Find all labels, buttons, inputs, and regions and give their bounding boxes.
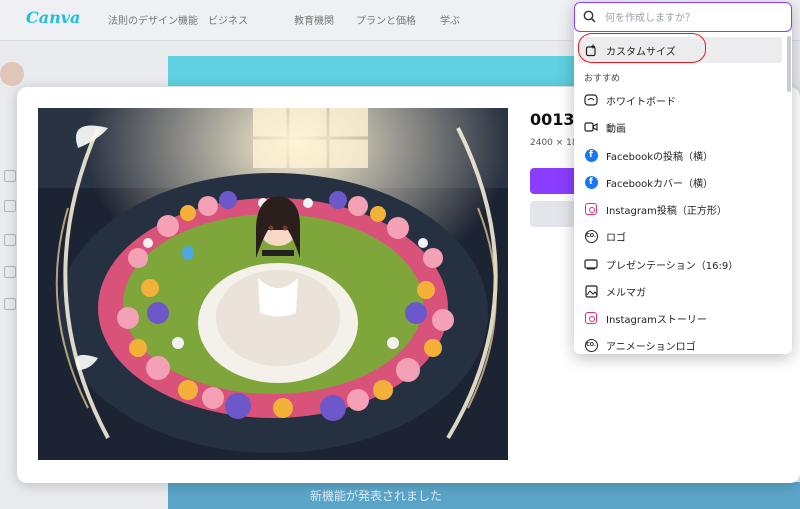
menu-item-label: プレゼンテーション（16:9） (606, 260, 739, 272)
nav-item[interactable]: 教育機関 (294, 12, 334, 27)
menu-item-label: Instagramストーリー (606, 314, 707, 326)
secondary-action-button[interactable] (530, 201, 575, 227)
facebook-icon: f (584, 148, 598, 162)
menu-item-animated-logo[interactable]: CO. アニメーションロゴ (578, 332, 782, 354)
menu-item-label: アニメーションロゴ (606, 341, 696, 353)
sidebar-icon[interactable] (4, 200, 16, 212)
sidebar-icon[interactable] (4, 170, 16, 182)
menu-item-video[interactable]: 動画 (578, 114, 782, 140)
menu-item-instagram-post[interactable]: Instagram投稿（正方形） (578, 196, 782, 222)
logo-icon: CO. (584, 229, 598, 243)
menu-item-label: ロゴ (606, 232, 626, 244)
search-input[interactable] (603, 7, 787, 29)
presentation-icon (584, 257, 598, 271)
annotation-circle (578, 33, 706, 63)
section-recommended: おすすめ (584, 74, 621, 84)
nav-item[interactable]: ビジネス (208, 12, 248, 27)
animated-logo-icon: CO. (584, 338, 598, 352)
instagram-icon (584, 311, 598, 325)
menu-item-label: ホワイトボード (606, 96, 676, 108)
nav-item[interactable]: 学ぶ (440, 12, 460, 27)
menu-item-label: 動画 (606, 123, 626, 135)
facebook-icon: f (584, 175, 598, 189)
sidebar-icon[interactable] (4, 266, 16, 278)
menu-item-presentation[interactable]: プレゼンテーション（16:9） (578, 251, 782, 277)
template-dimensions: 2400 × 18 (530, 138, 578, 148)
menu-item-facebook-cover[interactable]: f Facebookカバー（横） (578, 169, 782, 195)
nav-item[interactable]: プランと価格 (356, 12, 416, 27)
search-box[interactable] (574, 2, 792, 32)
menu-item-label: Instagram投稿（正方形） (606, 205, 727, 217)
bottom-banner: 新機能が発表されました (168, 482, 800, 509)
instagram-icon (584, 202, 598, 216)
anime-girl-illustration (38, 108, 508, 460)
newsletter-icon (584, 284, 598, 298)
dropdown-scrollbar[interactable] (787, 36, 791, 92)
menu-item-facebook-post[interactable]: f Facebookの投稿（横） (578, 142, 782, 168)
sidebar-icon[interactable] (4, 298, 16, 310)
menu-item-logo[interactable]: CO. ロゴ (578, 223, 782, 249)
canva-logo[interactable]: Canva (26, 8, 80, 27)
preview-image (38, 108, 508, 460)
search-icon (583, 10, 596, 23)
menu-item-label: Facebookカバー（横） (606, 178, 713, 190)
sidebar-icon[interactable] (4, 234, 16, 246)
menu-item-instagram-story[interactable]: Instagramストーリー (578, 305, 782, 331)
menu-item-label: メルマガ (606, 287, 646, 299)
bottom-banner-text: 新機能が発表されました (310, 489, 443, 503)
menu-item-whiteboard[interactable]: ホワイトボード (578, 87, 782, 113)
avatar[interactable] (0, 62, 24, 86)
whiteboard-icon (584, 93, 598, 107)
customize-template-button[interactable] (530, 168, 575, 194)
menu-item-label: Facebookの投稿（横） (606, 151, 713, 163)
nav-item[interactable]: 法則のデザイン機能 (108, 12, 198, 27)
menu-item-newsletter[interactable]: メルマガ (578, 278, 782, 304)
video-icon (584, 120, 598, 134)
